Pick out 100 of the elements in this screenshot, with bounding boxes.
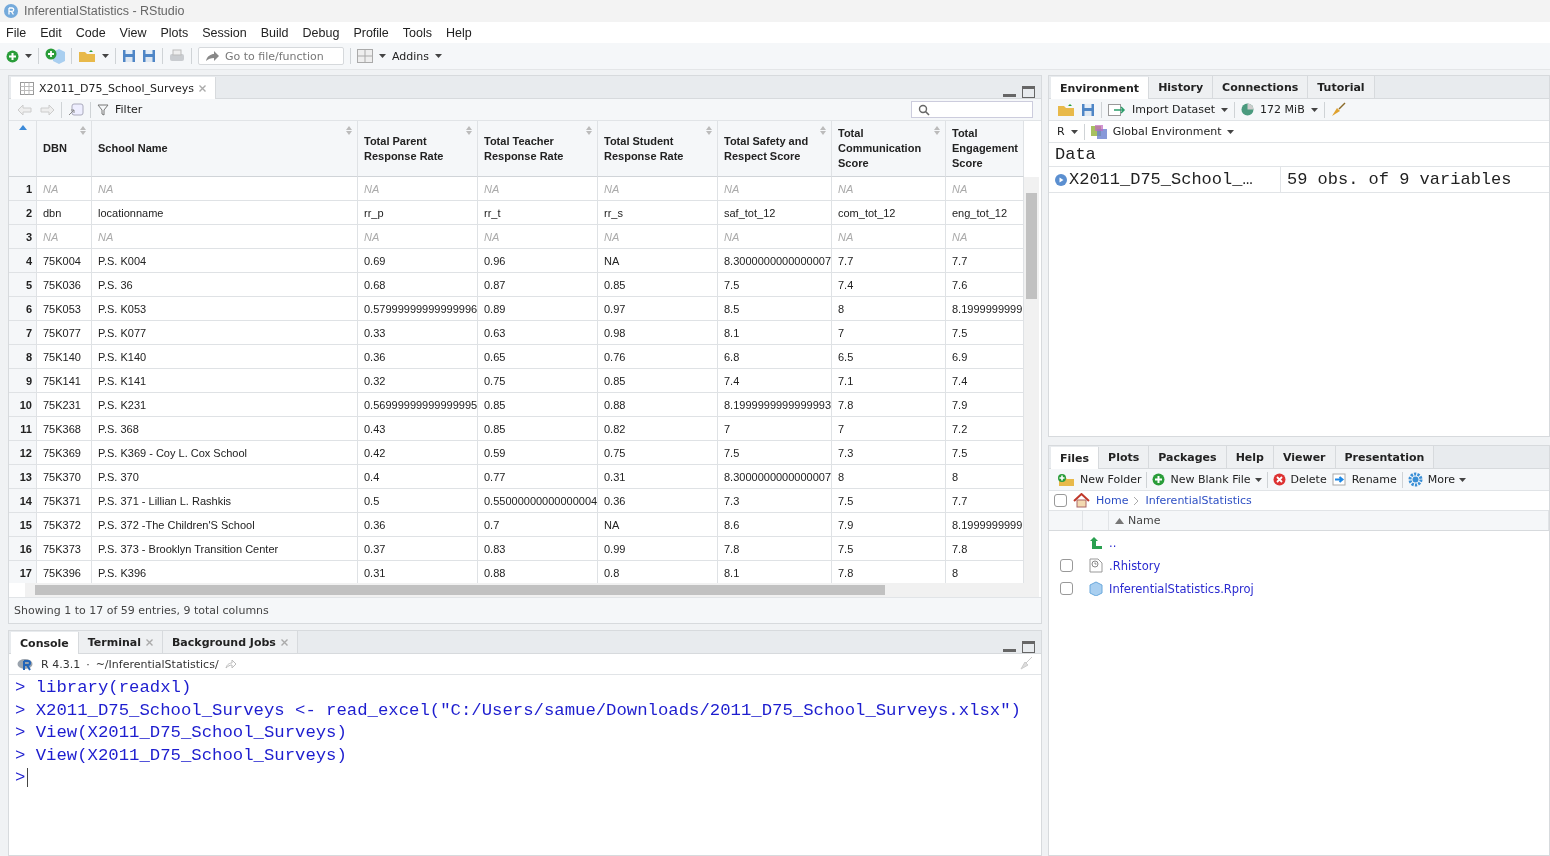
menu-item[interactable]: Code	[75, 25, 106, 40]
menu-item[interactable]: Tools	[402, 25, 432, 40]
console-tab[interactable]: Console	[11, 632, 79, 654]
folder-icon	[78, 49, 96, 63]
table-cell: 7.7	[832, 249, 946, 273]
file-action-button[interactable]: New Folder	[1080, 473, 1142, 486]
expand-icon[interactable]	[1055, 173, 1067, 186]
table-cell: 7	[832, 321, 946, 345]
files-tab[interactable]: Viewer	[1273, 446, 1336, 468]
file-action-button[interactable]: New Blank File	[1170, 473, 1262, 486]
filter-button[interactable]: Filter	[115, 103, 143, 116]
column-header[interactable]: Total Communication Score	[832, 121, 946, 177]
files-tab[interactable]: Help	[1226, 446, 1274, 468]
menu-item[interactable]: Build	[260, 25, 289, 40]
table-cell: 7.9	[832, 513, 946, 537]
column-header[interactable]: Total Parent Response Rate	[358, 121, 478, 177]
table-cell: 75K370	[37, 465, 92, 489]
table-cell: P.S. 372 -The Children'S School	[92, 513, 358, 537]
table-cell: NA	[478, 225, 598, 249]
environment-dropdown[interactable]: Global Environment	[1112, 125, 1222, 138]
files-tab[interactable]: Plots	[1099, 446, 1150, 468]
environment-tab[interactable]: Connections	[1213, 76, 1309, 98]
language-dropdown[interactable]: R	[1057, 125, 1065, 138]
file-link[interactable]: ..	[1109, 535, 1549, 550]
memory-usage-button[interactable]: 172 MiB	[1260, 103, 1305, 116]
table-cell: 75K004	[37, 249, 92, 273]
select-all-checkbox[interactable]	[1054, 494, 1067, 507]
files-tab[interactable]: Files	[1051, 447, 1100, 469]
table-cell: 7.8	[718, 537, 832, 561]
file-action-button[interactable]: Delete	[1290, 473, 1327, 486]
table-cell: 0.36	[598, 489, 718, 513]
memory-pie-icon	[1241, 103, 1255, 116]
import-dataset-button[interactable]: Import Dataset	[1132, 103, 1216, 116]
menu-item[interactable]: File	[6, 25, 27, 40]
console-line: >	[15, 767, 1035, 790]
close-icon[interactable]	[280, 638, 288, 646]
table-cell: 8	[832, 297, 946, 321]
file-link[interactable]: InferentialStatistics.Rproj	[1109, 581, 1549, 596]
table-cell: rr_s	[598, 201, 718, 225]
horizontal-scrollbar[interactable]	[25, 583, 1039, 597]
environment-tab[interactable]: Environment	[1051, 77, 1150, 99]
file-checkbox[interactable]	[1059, 582, 1073, 595]
table-cell: P.S. 368	[92, 417, 358, 441]
table-cell: 7.8	[832, 393, 946, 417]
file-link[interactable]: .Rhistory	[1109, 558, 1549, 573]
close-icon[interactable]	[199, 84, 206, 92]
caret-icon	[1227, 129, 1235, 134]
menu-item[interactable]: Session	[202, 25, 247, 40]
column-header[interactable]: Total Engagement Score	[946, 121, 1024, 177]
sort-ascending-icon	[1115, 517, 1124, 524]
table-cell: 75K373	[37, 537, 92, 561]
close-icon[interactable]	[146, 638, 153, 646]
column-header[interactable]: Total Student Response Rate	[598, 121, 718, 177]
table-cell: 0.37	[358, 537, 478, 561]
variable-name[interactable]: X2011_D75_School_…	[1069, 170, 1253, 189]
row-number: 11	[9, 417, 37, 441]
row-number: 3	[9, 225, 37, 249]
maximize-icon[interactable]	[1022, 86, 1035, 98]
column-header[interactable]: School Name	[92, 121, 358, 177]
menu-item[interactable]: Edit	[40, 25, 62, 40]
file-action-button[interactable]: More	[1427, 473, 1467, 486]
environment-tab[interactable]: History	[1149, 76, 1214, 98]
menu-item[interactable]: Help	[446, 25, 472, 40]
table-cell: 0.7	[478, 513, 598, 537]
table-cell: 0.57999999999999996	[358, 297, 478, 321]
file-checkbox[interactable]	[1059, 559, 1073, 572]
maximize-icon[interactable]	[1022, 641, 1035, 653]
console-tab[interactable]: Background Jobs	[163, 631, 298, 653]
table-cell: 75K231	[37, 393, 92, 417]
column-header[interactable]: Total Teacher Response Rate	[478, 121, 598, 177]
arrow-icon	[224, 659, 237, 669]
column-header[interactable]: Total Safety and Respect Score	[718, 121, 832, 177]
row-number: 14	[9, 489, 37, 513]
environment-tab[interactable]: Tutorial	[1308, 76, 1375, 98]
column-header[interactable]: DBN	[37, 121, 92, 177]
table-cell: 0.36	[358, 345, 478, 369]
search-field[interactable]	[911, 101, 1033, 118]
console-tab[interactable]: Terminal	[78, 631, 163, 653]
breadcrumb-link[interactable]: Home	[1096, 494, 1129, 507]
menu-item[interactable]: Profile	[353, 25, 389, 40]
menu-item[interactable]: Plots	[160, 25, 189, 40]
file-action-button[interactable]: Rename	[1351, 473, 1397, 486]
addins-button[interactable]: Addins	[392, 49, 430, 63]
files-tab[interactable]: Presentation	[1335, 446, 1435, 468]
vertical-scrollbar[interactable]	[1024, 177, 1039, 583]
new-folder-icon	[1057, 472, 1075, 487]
table-cell: 0.43	[358, 417, 478, 441]
go-to-file-field[interactable]: Go to file/function	[198, 47, 344, 65]
files-tab[interactable]: Packages	[1149, 446, 1227, 468]
table-cell: P.S. K140	[92, 345, 358, 369]
breadcrumb-link[interactable]: InferentialStatistics	[1145, 494, 1252, 507]
table-cell: NA	[37, 225, 92, 249]
row-number: 2	[9, 201, 37, 225]
data-tab[interactable]: X2011_D75_School_Surveys	[11, 77, 216, 99]
menu-item[interactable]: View	[119, 25, 147, 40]
grid-layout-icon	[357, 49, 373, 63]
menu-item[interactable]: Debug	[302, 25, 340, 40]
caret-icon	[435, 54, 443, 58]
broom-icon	[1330, 102, 1346, 117]
row-number: 10	[9, 393, 37, 417]
